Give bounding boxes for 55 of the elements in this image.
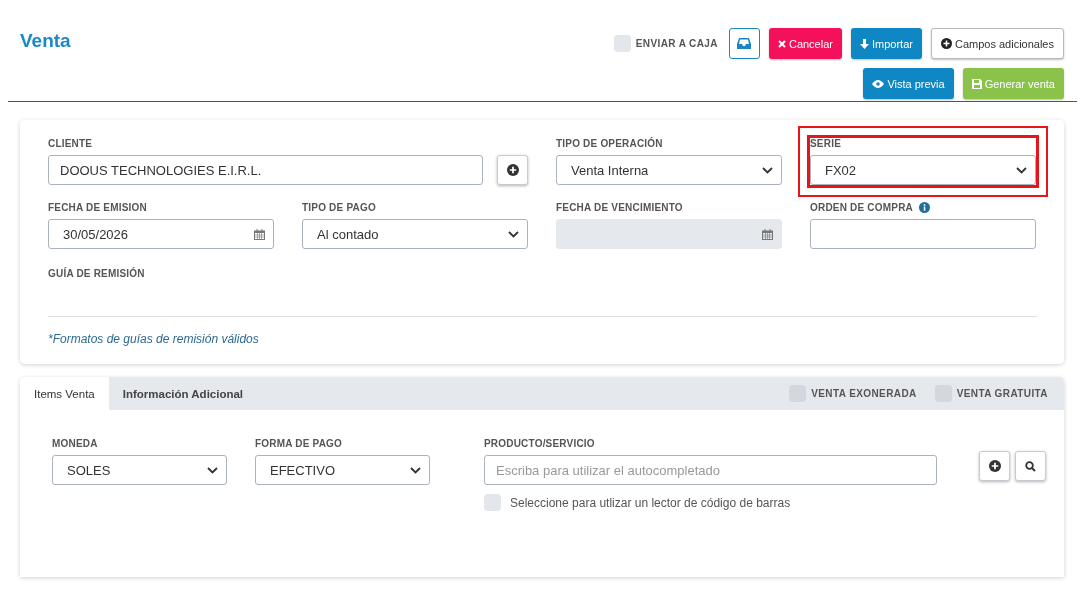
chevron-down-icon bbox=[762, 166, 773, 174]
chevron-down-icon bbox=[1016, 166, 1027, 174]
checkbox[interactable] bbox=[613, 35, 631, 52]
inbox-icon bbox=[737, 38, 752, 49]
field-label: SERIE bbox=[810, 138, 841, 149]
info-icon[interactable] bbox=[919, 202, 930, 213]
chevron-down-icon bbox=[207, 466, 218, 474]
field-label: PRODUCTO/SERVICIO bbox=[484, 438, 596, 449]
date-field[interactable]: 30/05/2026 bbox=[48, 219, 274, 249]
action-button[interactable]: Importar bbox=[850, 28, 922, 59]
search-icon bbox=[1025, 460, 1036, 472]
plus-circle-icon bbox=[940, 38, 952, 49]
action-button[interactable]: Vista previa bbox=[863, 68, 954, 99]
field-label: CLIENTE bbox=[48, 138, 93, 149]
add-button[interactable] bbox=[979, 451, 1010, 481]
checkbox-label: VENTA GRATUITA bbox=[956, 388, 1048, 399]
chevron-down-icon bbox=[410, 466, 421, 474]
plus-circle-icon bbox=[506, 164, 519, 176]
checkbox-label: Seleccione para utlizar un lector de código de barras bbox=[510, 495, 791, 510]
search-button[interactable] bbox=[1015, 451, 1046, 481]
close-icon bbox=[777, 39, 786, 48]
field-label: TIPO DE OPERACIÓN bbox=[556, 138, 663, 149]
select-field[interactable]: SOLES bbox=[52, 455, 227, 485]
calendar-icon bbox=[254, 228, 265, 240]
field-label: FECHA DE VENCIMIENTO bbox=[556, 202, 683, 213]
plus-circle-icon bbox=[988, 460, 1001, 472]
field-label: ORDEN DE COMPRA bbox=[810, 202, 913, 213]
page-title: Venta bbox=[20, 30, 71, 53]
checkbox-label: ENVIAR A CAJA bbox=[635, 38, 718, 49]
inbox-button[interactable] bbox=[728, 28, 760, 59]
calendar-icon bbox=[762, 228, 773, 240]
select-field[interactable]: EFECTIVO bbox=[255, 455, 430, 485]
field-label: MONEDA bbox=[52, 438, 99, 449]
tab[interactable]: Items Venta bbox=[20, 377, 109, 410]
client-field[interactable]: DOOUS TECHNOLOGIES E.I.R.L. bbox=[48, 155, 484, 185]
format-note: *Formatos de guías de remisión válidos bbox=[48, 332, 260, 346]
product-search-field[interactable]: Escriba para utilizar el autocompletado bbox=[484, 455, 937, 485]
checkbox-label: VENTA EXONERADA bbox=[811, 388, 917, 399]
eye-icon bbox=[872, 79, 885, 88]
action-button[interactable]: Campos adicionales bbox=[930, 28, 1064, 59]
tab[interactable]: Información Adicional bbox=[108, 377, 258, 410]
add-button[interactable] bbox=[497, 155, 528, 185]
action-button[interactable]: Cancelar bbox=[768, 28, 842, 59]
purchase-order-field[interactable] bbox=[810, 219, 1036, 249]
field-label: GUÍA DE REMISIÓN bbox=[48, 268, 146, 279]
select-field[interactable]: Al contado bbox=[302, 219, 528, 249]
field-label: TIPO DE PAGO bbox=[302, 202, 376, 213]
arrow-down-icon bbox=[859, 38, 869, 49]
chevron-down-icon bbox=[508, 230, 519, 238]
select-field[interactable]: FX02 bbox=[810, 155, 1036, 185]
field-label: FECHA DE EMISION bbox=[48, 202, 147, 213]
select-field[interactable]: Venta Interna bbox=[556, 155, 782, 185]
field-label: FORMA DE PAGO bbox=[255, 438, 344, 449]
checkbox[interactable] bbox=[484, 494, 501, 511]
save-icon bbox=[971, 78, 982, 89]
